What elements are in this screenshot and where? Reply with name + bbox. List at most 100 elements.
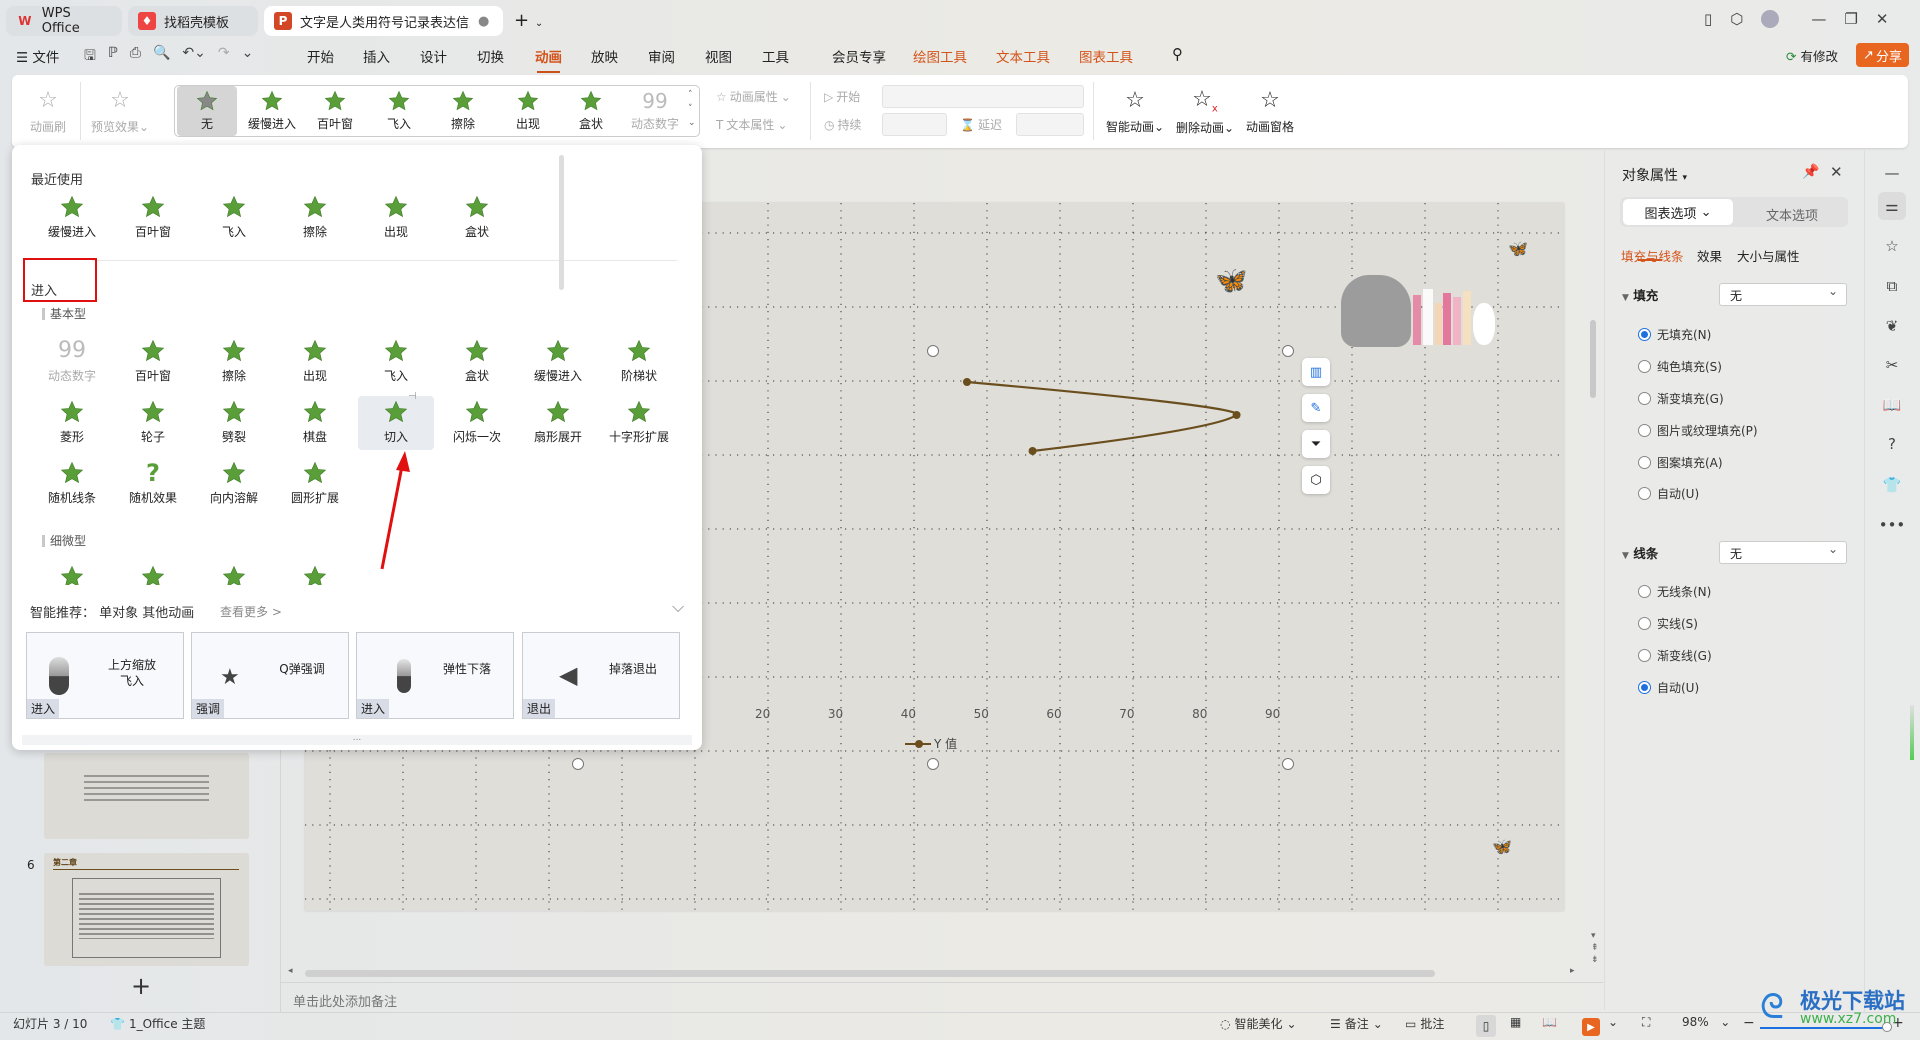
redo-icon[interactable]: ↷ bbox=[218, 45, 230, 69]
effect-item[interactable]: 飞入 bbox=[358, 335, 434, 389]
effect-item[interactable]: 闪烁一次 bbox=[439, 396, 515, 450]
subtle-effect-item[interactable] bbox=[60, 565, 84, 585]
resize-handle[interactable] bbox=[1282, 758, 1294, 770]
tools-icon[interactable]: ✂ bbox=[1878, 351, 1906, 379]
modified-status[interactable]: ⟳ 有修改 bbox=[1786, 46, 1838, 65]
panel-scrollbar[interactable] bbox=[559, 155, 564, 290]
effect-item[interactable]: 擦除 bbox=[196, 335, 272, 389]
see-more-link[interactable]: 查看更多 > bbox=[220, 603, 282, 620]
subtle-effect-item[interactable] bbox=[222, 565, 246, 585]
more-icon[interactable]: ••• bbox=[1878, 511, 1906, 539]
minimize-button[interactable]: — bbox=[1811, 10, 1826, 28]
fill-select[interactable]: 无 bbox=[1719, 283, 1847, 306]
reader-icon[interactable]: 📖 bbox=[1878, 391, 1906, 419]
menu-4[interactable]: 动画 bbox=[535, 46, 562, 73]
chart-style-button[interactable]: ✎ bbox=[1302, 394, 1330, 422]
slideshow-options-icon[interactable]: ⌄ bbox=[1608, 1015, 1618, 1029]
effect-item[interactable]: 盒状 bbox=[439, 191, 515, 245]
slide-thumbnail-5[interactable] bbox=[44, 753, 249, 839]
gallery-item[interactable]: 无 bbox=[177, 86, 237, 136]
start-select[interactable] bbox=[882, 85, 1084, 108]
gallery-item[interactable]: 百叶窗 bbox=[305, 86, 365, 136]
menu-1[interactable]: 插入 bbox=[363, 46, 390, 66]
gallery-item[interactable]: 擦除 bbox=[433, 86, 493, 136]
menu-9[interactable]: 会员专享 bbox=[832, 46, 886, 66]
notes-input[interactable]: 单击此处添加备注 bbox=[293, 991, 397, 1010]
menu-7[interactable]: 视图 bbox=[705, 46, 732, 66]
delete-animation-button[interactable]: ☆x 删除动画⌄ bbox=[1176, 75, 1234, 148]
more-chevron-icon[interactable]: ⌄ bbox=[242, 45, 254, 69]
effect-item[interactable]: 99 动态数字 bbox=[34, 335, 110, 389]
format-painter-icon[interactable]: ℙ bbox=[108, 45, 118, 69]
panel-resize-handle[interactable]: ... bbox=[22, 734, 692, 745]
effect-item[interactable]: 缓慢进入 bbox=[520, 335, 596, 389]
effect-item[interactable]: 飞入 bbox=[196, 191, 272, 245]
transition-icon[interactable]: ⧉ bbox=[1878, 272, 1906, 300]
fill-section-toggle[interactable]: ▼ 填充 bbox=[1622, 285, 1658, 304]
recommend-card[interactable]: 弹性下落 进入 bbox=[356, 632, 514, 719]
horizontal-scrollbar[interactable] bbox=[305, 970, 1435, 977]
resize-handle[interactable] bbox=[927, 345, 939, 357]
scroll-right-icon[interactable]: ▸ bbox=[1570, 966, 1575, 976]
menu-3[interactable]: 切换 bbox=[477, 46, 504, 66]
chart-elements-button[interactable]: ▥ bbox=[1302, 358, 1330, 386]
scroll-left-icon[interactable]: ◂ bbox=[288, 966, 293, 976]
gallery-item[interactable]: 飞入 bbox=[369, 86, 429, 136]
effect-item[interactable]: 盒状 bbox=[439, 335, 515, 389]
help-icon[interactable]: ? bbox=[1878, 430, 1906, 458]
menu-8[interactable]: 工具 bbox=[762, 46, 789, 66]
gallery-item[interactable]: 缓慢进入 bbox=[242, 86, 302, 136]
effect-item[interactable]: 百叶窗 bbox=[115, 335, 191, 389]
gallery-item[interactable]: 盒状 bbox=[561, 86, 621, 136]
effect-item[interactable]: ? 随机效果 bbox=[115, 457, 191, 511]
smart-beautify-button[interactable]: ◌ 智能美化 ⌄ bbox=[1220, 1015, 1297, 1032]
effect-item[interactable]: 棋盘 bbox=[277, 396, 353, 450]
delay-stepper[interactable] bbox=[1016, 113, 1084, 136]
theme-shirt-icon[interactable]: 👕 bbox=[1878, 471, 1906, 499]
menu-0[interactable]: 开始 bbox=[307, 46, 334, 66]
effect-item[interactable]: 出现 bbox=[358, 191, 434, 245]
context-tool-2[interactable]: 图表工具 bbox=[1079, 46, 1133, 66]
tab-chart-options[interactable]: 图表选项 ⌄ bbox=[1623, 199, 1733, 225]
side-scroll[interactable] bbox=[1910, 705, 1914, 760]
print-icon[interactable]: ⎙ bbox=[130, 45, 141, 69]
effect-item[interactable]: 扇形展开 bbox=[520, 396, 596, 450]
minimize-panel-icon[interactable]: — bbox=[1878, 159, 1906, 187]
fill-option-radio[interactable]: 纯色填充(S) bbox=[1638, 358, 1722, 375]
subtab-effects[interactable]: 效果 bbox=[1697, 246, 1722, 265]
fill-option-radio[interactable]: 渐变填充(G) bbox=[1638, 390, 1724, 407]
vertical-scrollbar[interactable] bbox=[1590, 320, 1596, 398]
panel-title[interactable]: 对象属性 ▾ bbox=[1622, 165, 1687, 185]
recommend-card[interactable]: 上方缩放飞入 进入 bbox=[26, 632, 184, 719]
menu-2[interactable]: 设计 bbox=[420, 46, 447, 66]
fill-option-radio[interactable]: 图案填充(A) bbox=[1638, 454, 1723, 471]
line-select[interactable]: 无 bbox=[1719, 541, 1847, 564]
effect-item[interactable]: 菱形 bbox=[34, 396, 110, 450]
comment-button[interactable]: ▭ 批注 bbox=[1405, 1015, 1444, 1032]
line-option-radio[interactable]: 自动(U) bbox=[1638, 679, 1699, 696]
restore-button[interactable]: ❐ bbox=[1844, 10, 1857, 28]
properties-sliders-icon[interactable]: ⚌ bbox=[1878, 192, 1906, 220]
effect-item[interactable]: 向内溶解 bbox=[196, 457, 272, 511]
close-button[interactable]: ✕ bbox=[1876, 10, 1889, 28]
avatar[interactable] bbox=[1761, 10, 1780, 28]
sorter-view-icon[interactable]: ▦ bbox=[1510, 1015, 1521, 1029]
resize-handle[interactable] bbox=[927, 758, 939, 770]
resize-handle[interactable] bbox=[1282, 345, 1294, 357]
recommend-card[interactable]: ◀ 掉落退出 退出 bbox=[522, 632, 680, 719]
effect-item[interactable]: 十字形扩展 bbox=[601, 396, 677, 450]
new-tab-button[interactable]: + ⌄ bbox=[514, 10, 543, 31]
close-panel-icon[interactable]: ✕ bbox=[1830, 163, 1843, 181]
animation-pane-button[interactable]: ☆ 动画窗格 bbox=[1246, 75, 1294, 148]
subtle-effect-item[interactable] bbox=[303, 565, 327, 585]
chart-filter-button[interactable]: ⏷ bbox=[1302, 430, 1330, 458]
effect-item[interactable]: 阶梯状 bbox=[601, 335, 677, 389]
smart-animation-button[interactable]: ☆ 智能动画⌄ bbox=[1106, 75, 1164, 148]
subtab-size-properties[interactable]: 大小与属性 bbox=[1737, 246, 1800, 265]
design-icon[interactable]: ❦ bbox=[1878, 312, 1906, 340]
slide-thumbnail-6[interactable]: 第二章 bbox=[44, 853, 249, 966]
line-option-radio[interactable]: 无线条(N) bbox=[1638, 583, 1711, 600]
share-button[interactable]: ↗ 分享 bbox=[1856, 43, 1909, 67]
chart-legend[interactable]: Y 值 bbox=[905, 735, 957, 752]
line-option-radio[interactable]: 渐变线(G) bbox=[1638, 647, 1712, 664]
